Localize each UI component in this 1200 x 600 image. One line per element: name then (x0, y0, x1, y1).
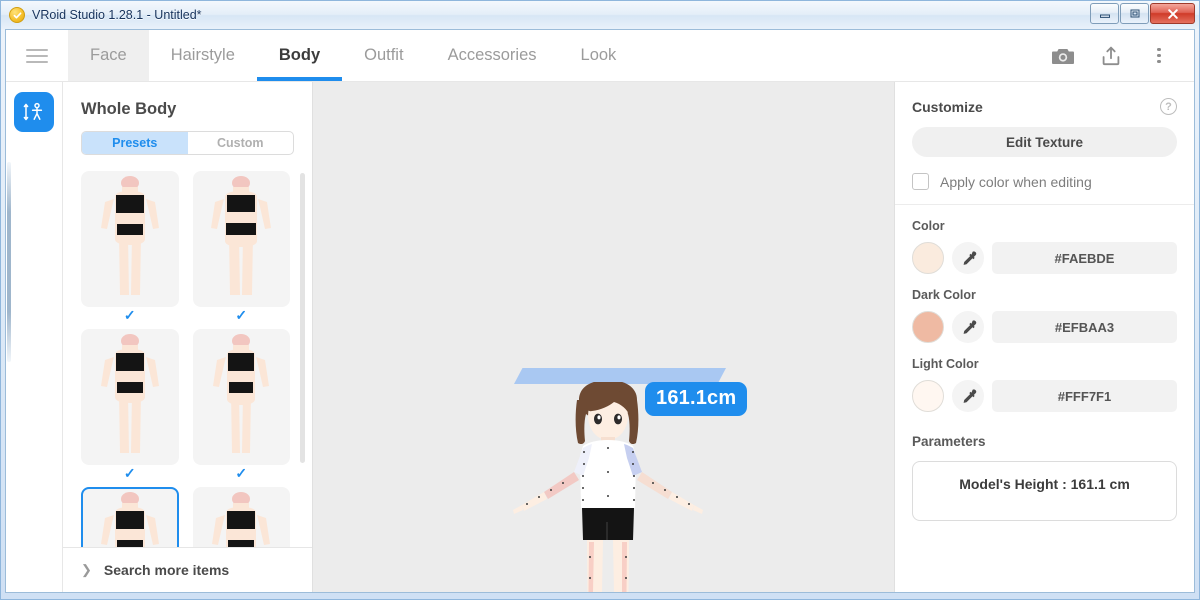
preset-thumbnail[interactable] (193, 487, 291, 548)
preset-check-icon: ✓ (193, 465, 291, 483)
customize-title: Customize (912, 99, 983, 115)
dark-color-label: Dark Color (912, 288, 1177, 302)
preset-thumbnail[interactable] (81, 171, 179, 307)
preset-item[interactable]: ✓ (81, 171, 179, 325)
minimize-button[interactable] (1090, 3, 1119, 24)
panel-title: Whole Body (63, 82, 312, 131)
hamburger-icon[interactable] (6, 30, 68, 81)
light-color-hex-field[interactable]: #FFF7F1 (992, 380, 1177, 412)
title-bar: VRoid Studio 1.28.1 - Untitled* (1, 1, 1199, 29)
dark-color-swatch[interactable] (912, 311, 944, 343)
left-rail (6, 82, 63, 592)
export-icon[interactable] (1092, 37, 1130, 75)
tab-accessories[interactable]: Accessories (426, 30, 559, 81)
tab-body[interactable]: Body (257, 30, 342, 81)
tab-hairstyle[interactable]: Hairstyle (149, 30, 257, 81)
preset-check-icon: ✓ (193, 307, 291, 325)
apply-color-label: Apply color when editing (940, 174, 1092, 190)
search-more-items[interactable]: ❯ Search more items (63, 547, 312, 592)
edit-texture-button[interactable]: Edit Texture (912, 127, 1177, 157)
eyedropper-icon[interactable] (952, 380, 984, 412)
preset-check-icon: ✓ (81, 307, 179, 325)
color-group-color: Color #FAEBDE (895, 205, 1194, 274)
nav-spacer (638, 30, 1044, 81)
preset-item[interactable]: ✓ (81, 329, 179, 483)
vroid-check-icon (9, 7, 25, 23)
help-circle-icon[interactable]: ? (1160, 98, 1177, 115)
top-navigation: Face Hairstyle Body Outfit Accessories L… (6, 30, 1194, 82)
parameters-section: Parameters Model's Height : 161.1 cm (895, 412, 1194, 521)
search-more-label: Search more items (104, 562, 229, 578)
apply-color-checkbox-row[interactable]: Apply color when editing (895, 157, 1194, 204)
preset-thumbnail[interactable] (193, 329, 291, 465)
tab-face[interactable]: Face (68, 30, 149, 81)
preset-thumbnail[interactable] (81, 329, 179, 465)
preset-item[interactable]: ✓ (193, 329, 291, 483)
restore-button[interactable] (1120, 3, 1149, 24)
chevron-right-icon: ❯ (81, 562, 92, 578)
model-height-label: Model's Height : 161.1 cm (959, 476, 1130, 492)
tab-look[interactable]: Look (559, 30, 639, 81)
eyedropper-icon[interactable] (952, 242, 984, 274)
color-swatch[interactable] (912, 242, 944, 274)
eyedropper-icon[interactable] (952, 311, 984, 343)
preset-scrollbar[interactable] (300, 173, 305, 463)
camera-icon[interactable] (1044, 37, 1082, 75)
window-title: VRoid Studio 1.28.1 - Untitled* (32, 8, 202, 22)
application-window: VRoid Studio 1.28.1 - Untitled* Face Hai… (0, 0, 1200, 600)
app-shell: Face Hairstyle Body Outfit Accessories L… (5, 29, 1195, 593)
color-group-light-color: Light Color #FFF7F1 (895, 343, 1194, 412)
light-color-label: Light Color (912, 357, 1177, 371)
top-toolbar (1044, 30, 1194, 81)
preset-item-selected[interactable] (81, 487, 179, 548)
parameter-card-model-height[interactable]: Model's Height : 161.1 cm (912, 461, 1177, 521)
light-color-swatch[interactable] (912, 380, 944, 412)
more-vertical-icon[interactable] (1140, 37, 1178, 75)
preset-item[interactable] (193, 487, 291, 548)
segment-custom[interactable]: Custom (188, 132, 294, 154)
window-controls (1090, 3, 1195, 24)
color-hex-field[interactable]: #FAEBDE (992, 242, 1177, 274)
preset-thumbnail[interactable] (81, 487, 179, 548)
preset-grid: ✓ (63, 167, 312, 548)
height-badge: 161.1cm (645, 382, 747, 416)
presets-custom-toggle: Presets Custom (81, 131, 294, 155)
rail-scrollbar[interactable] (7, 162, 11, 362)
model-viewport[interactable]: 161.1cm (313, 82, 894, 592)
left-panel: Whole Body Presets Custom (63, 82, 313, 592)
customize-header: Customize ? (895, 82, 1194, 125)
body-height-icon[interactable] (14, 92, 54, 132)
close-button[interactable] (1150, 3, 1195, 24)
color-group-dark-color: Dark Color #EFBAA3 (895, 274, 1194, 343)
parameters-title: Parameters (912, 434, 1177, 449)
apply-color-checkbox[interactable] (912, 173, 929, 190)
preset-thumbnail[interactable] (193, 171, 291, 307)
right-panel: Customize ? Edit Texture Apply color whe… (894, 82, 1194, 592)
color-label: Color (912, 219, 1177, 233)
segment-presets[interactable]: Presets (82, 132, 188, 154)
preset-item[interactable]: ✓ (193, 171, 291, 325)
tab-outfit[interactable]: Outfit (342, 30, 425, 81)
preset-check-icon: ✓ (81, 465, 179, 483)
dark-color-hex-field[interactable]: #EFBAA3 (992, 311, 1177, 343)
main-area: Whole Body Presets Custom (6, 82, 1194, 592)
preset-list: ✓ (63, 167, 312, 548)
